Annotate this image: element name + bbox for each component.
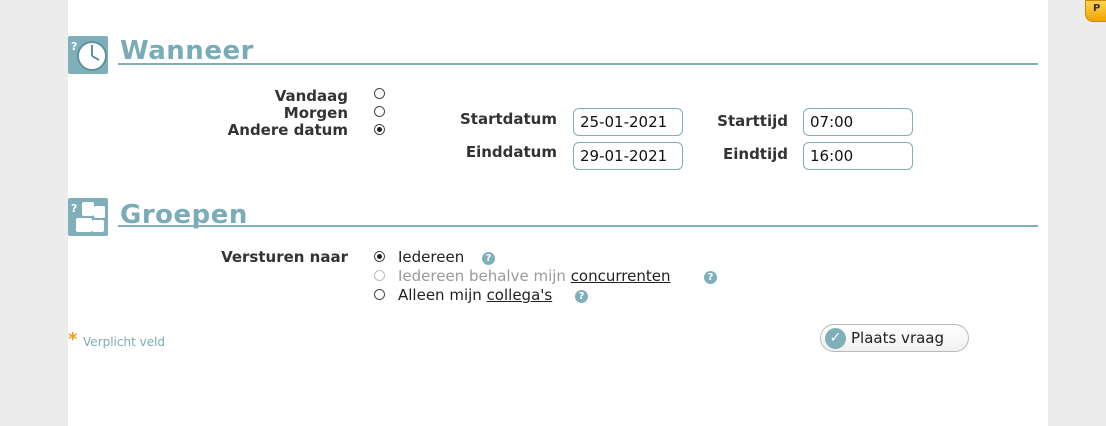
option-iedereen-behalve-text: Iedereen behalve mijn bbox=[398, 267, 571, 285]
thumbs-icon: ? bbox=[68, 198, 108, 236]
radio-andere-datum[interactable] bbox=[374, 124, 385, 135]
help-icon[interactable]: ? bbox=[704, 271, 717, 284]
help-icon[interactable]: ? bbox=[575, 290, 588, 303]
section-divider bbox=[118, 63, 1038, 65]
starttijd-label: Starttijd bbox=[717, 112, 788, 130]
eindtijd-field[interactable]: 16:00 bbox=[803, 142, 913, 170]
required-field-note: Verplicht veld bbox=[83, 335, 166, 349]
eindtijd-label: Eindtijd bbox=[723, 145, 788, 163]
einddatum-field[interactable]: 29-01-2021 bbox=[573, 142, 683, 170]
versturen-label: Versturen naar bbox=[221, 248, 348, 266]
startdatum-label: Startdatum bbox=[459, 110, 557, 128]
starttijd-field[interactable]: 07:00 bbox=[803, 108, 913, 136]
option-alleen-collegas: Alleen mijn collega's bbox=[398, 286, 552, 304]
radio-vandaag[interactable] bbox=[374, 88, 385, 99]
option-iedereen-text: Iedereen bbox=[398, 248, 465, 266]
option-label-vandaag: Vandaag bbox=[274, 87, 348, 105]
svg-text:?: ? bbox=[71, 202, 77, 215]
svg-text:?: ? bbox=[71, 40, 77, 53]
submit-button[interactable]: ✓ Plaats vraag bbox=[820, 324, 969, 352]
radio-morgen[interactable] bbox=[374, 106, 385, 117]
section-title-wanneer: Wanneer bbox=[120, 36, 254, 66]
option-alleen-collegas-text: Alleen mijn bbox=[398, 286, 487, 304]
submit-button-label: Plaats vraag bbox=[851, 329, 945, 347]
radio-alleen-collegas[interactable] bbox=[374, 289, 385, 300]
check-icon: ✓ bbox=[825, 328, 846, 349]
startdatum-field[interactable]: 25-01-2021 bbox=[573, 108, 683, 136]
help-icon[interactable]: ? bbox=[482, 252, 495, 265]
concurrenten-link[interactable]: concurrenten bbox=[571, 267, 671, 285]
einddatum-label: Einddatum bbox=[465, 143, 557, 161]
radio-iedereen[interactable] bbox=[374, 251, 385, 262]
option-iedereen-behalve: Iedereen behalve mijn concurrenten bbox=[398, 267, 670, 285]
radio-iedereen-behalve[interactable] bbox=[374, 270, 385, 281]
section-divider bbox=[118, 225, 1038, 227]
collegas-link[interactable]: collega's bbox=[487, 286, 553, 304]
edge-tab[interactable]: P bbox=[1085, 0, 1106, 22]
option-label-andere-datum: Andere datum bbox=[227, 121, 348, 139]
option-label-morgen: Morgen bbox=[283, 104, 348, 122]
option-iedereen: Iedereen bbox=[398, 248, 464, 266]
required-star: * bbox=[68, 329, 78, 350]
clock-icon: ? bbox=[68, 36, 108, 74]
